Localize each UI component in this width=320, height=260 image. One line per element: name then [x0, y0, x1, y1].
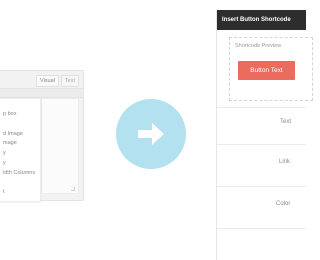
arrow-circle [116, 99, 186, 169]
editor-toolbar [0, 88, 83, 98]
shortcode-panel: Insert Button Shortcode Shortcode Previe… [216, 10, 313, 260]
editor-content-area[interactable] [41, 98, 79, 194]
resize-handle-icon[interactable] [71, 187, 75, 191]
panel-title: Insert Button Shortcode [217, 10, 306, 30]
arrow-right-icon [138, 123, 164, 145]
menu-item[interactable]: d Image [3, 131, 23, 137]
tab-visual[interactable]: Visual [36, 75, 59, 87]
field-divider [217, 107, 306, 108]
editor-tabs: Visual Text [36, 75, 79, 87]
field-label-text: Text [280, 119, 292, 125]
field-divider [217, 186, 306, 187]
preview-label: Shortcode Preview [235, 43, 282, 49]
menu-item[interactable]: mage [3, 140, 17, 146]
shortcode-dropdown-menu: p box d Image mage y y idth Columns t [0, 98, 41, 202]
menu-item[interactable]: p box [3, 111, 16, 117]
menu-item[interactable]: idth Columns [3, 170, 35, 176]
preview-button[interactable]: Button Text [238, 61, 295, 80]
shortcode-preview-box: Shortcode Preview Button Text [229, 37, 313, 101]
menu-item[interactable]: y [3, 160, 6, 166]
field-divider [217, 228, 306, 229]
field-divider [217, 144, 306, 145]
field-label-color: Color [276, 201, 291, 207]
menu-item[interactable]: t [3, 189, 5, 195]
menu-item[interactable]: y [3, 150, 6, 156]
editor-window: Visual Text p box d Image mage y y idth … [0, 70, 84, 202]
field-label-link: Link [279, 159, 291, 165]
tab-text[interactable]: Text [60, 75, 79, 87]
